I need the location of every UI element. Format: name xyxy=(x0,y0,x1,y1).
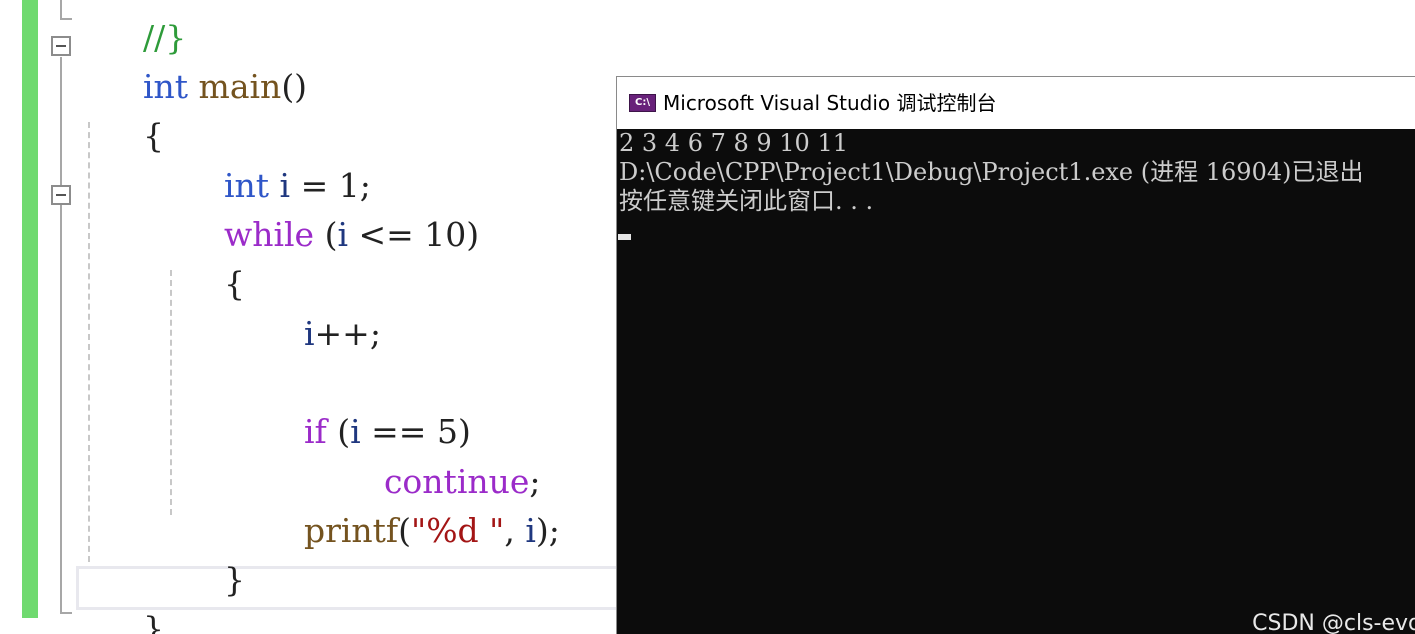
variable-i: i xyxy=(303,314,315,353)
paren: ( xyxy=(314,215,338,254)
increment: ++; xyxy=(314,314,381,353)
vs-console-icon: C:\ xyxy=(629,94,656,112)
close-paren: ); xyxy=(535,511,560,550)
format-string: "%d " xyxy=(411,511,505,550)
code-line-printf: printf("%d ", i); xyxy=(241,471,560,550)
code-line-close-brace: } xyxy=(80,569,164,634)
variable-i: i xyxy=(337,215,349,254)
code-line-open-brace: { xyxy=(80,76,164,155)
outline-line xyxy=(60,612,72,614)
console-title: Microsoft Visual Studio 调试控制台 xyxy=(663,91,997,115)
watermark: CSDN @cls-evd xyxy=(1252,611,1415,634)
code-line-close-brace: } xyxy=(161,520,245,599)
code-line-if: if (i == 5) xyxy=(241,372,471,451)
function-printf: printf xyxy=(303,511,399,550)
console-cursor xyxy=(618,234,631,240)
code-comment: //} xyxy=(80,0,186,57)
code-line-continue: continue; xyxy=(321,422,541,501)
outline-line xyxy=(60,0,62,20)
code-line-declaration: int i = 1; xyxy=(161,126,371,205)
brace: } xyxy=(223,560,245,599)
brace: } xyxy=(142,609,164,634)
console-titlebar[interactable]: C:\ Microsoft Visual Studio 调试控制台 xyxy=(617,77,1415,129)
change-tracking-bar xyxy=(22,0,38,618)
function-name: main xyxy=(198,67,282,106)
condition: <= 10) xyxy=(348,215,480,254)
collapse-while-icon[interactable] xyxy=(51,185,71,205)
code-line-increment: i++; xyxy=(241,274,381,353)
console-output-line: 按任意键关闭此窗口. . . xyxy=(619,187,874,215)
parens: () xyxy=(281,67,308,106)
console-output-line: D:\Code\CPP\Project1\Debug\Project1.exe … xyxy=(619,158,1364,186)
paren: ( xyxy=(398,511,412,550)
outline-line xyxy=(60,57,62,613)
screen: //} int main() { int i = 1; while (i <= … xyxy=(0,0,1415,634)
code-line-open-brace: { xyxy=(161,224,245,303)
debug-console-window[interactable]: C:\ Microsoft Visual Studio 调试控制台 2 3 4 … xyxy=(616,76,1415,634)
code-line-main: int main() xyxy=(80,27,307,106)
outline-line xyxy=(60,18,72,20)
variable-i: i xyxy=(525,511,536,550)
code-line-while: while (i <= 10) xyxy=(161,175,479,254)
collapse-main-icon[interactable] xyxy=(51,36,71,56)
comma: , xyxy=(504,511,526,550)
console-output-area[interactable]: 2 3 4 6 7 8 9 10 11 D:\Code\CPP\Project1… xyxy=(617,129,1415,634)
console-output-line: 2 3 4 6 7 8 9 10 11 xyxy=(619,129,848,157)
